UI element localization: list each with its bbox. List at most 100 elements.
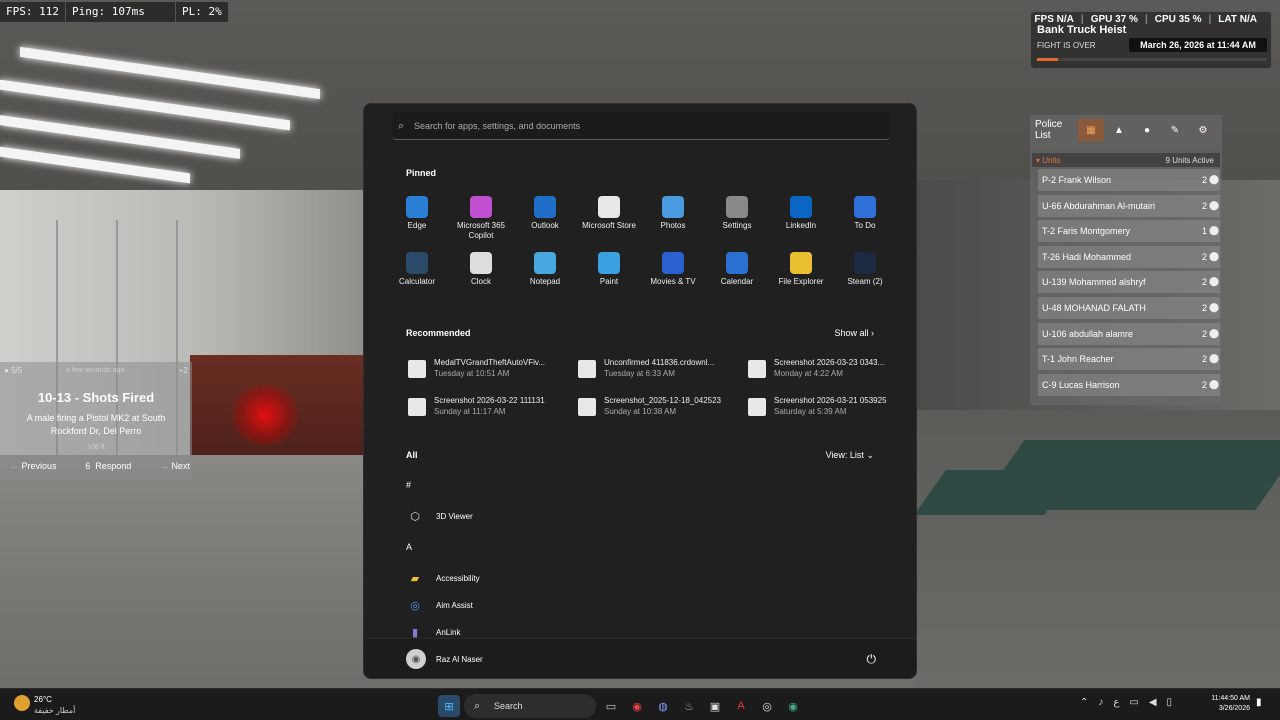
chevron-up-icon[interactable]: ⌃ (1080, 697, 1088, 708)
recommended-time: Sunday at 10:38 AM (604, 407, 677, 416)
app-name: AnLink (436, 628, 461, 637)
units-tab-icon[interactable]: ▦ (1078, 119, 1104, 141)
notification-bell-icon[interactable]: ▮ (1256, 697, 1262, 708)
clock-date: 3/26/2026 (1218, 705, 1250, 712)
location-pin-icon[interactable]: ⬤ (1182, 328, 1246, 338)
app-name: 3D Viewer (436, 512, 473, 521)
police-list-panel: Police List ▦ ▲ ● ✎ ⚙ ▾ Units 9 Units Ac… (1030, 115, 1222, 405)
settings-icon[interactable]: ⚙ (1190, 119, 1216, 141)
chrome-alt-icon[interactable]: ◉ (782, 695, 804, 717)
recommended-item[interactable]: Screenshot 2026-03-22 111131 Sunday at 11… (408, 396, 578, 426)
recommended-time: Monday at 4:22 AM (774, 369, 843, 378)
location-pin-icon[interactable]: ⬤ (1182, 276, 1246, 286)
cpu-value: 35 % (1178, 14, 1202, 25)
alert-index-text: 5/5 (11, 366, 23, 375)
location-pin-icon[interactable]: ⬤ (1182, 225, 1246, 235)
language-icon[interactable]: ع (1113, 697, 1119, 708)
police-unit-row[interactable]: P-2 Frank Wilson ⬤ 2 (1038, 169, 1220, 191)
edit-icon[interactable]: ✎ (1162, 119, 1188, 141)
police-unit-row[interactable]: U-66 Abdurahman Al-mutairi ⬤ 2 (1038, 194, 1220, 217)
units-header: ▾ Units 9 Units Active (1032, 153, 1220, 167)
microphone-icon[interactable]: ♪ (1098, 697, 1103, 708)
pinned-app[interactable]: Notepad (513, 252, 577, 287)
previous-button[interactable]: ← Previous (10, 461, 57, 471)
pinned-app[interactable]: Outlook (513, 196, 577, 231)
location-pin-icon[interactable]: ⬤ (1182, 379, 1246, 389)
folder-icon: ▰ (410, 572, 420, 585)
police-unit-row[interactable]: U-139 Mohammed alshryf ⬤ 2 (1038, 271, 1220, 294)
recommended-item[interactable]: MedalTVGrandTheftAutoVFiv... Tuesday at 1… (408, 358, 578, 388)
police-title-line1: Police (1035, 119, 1063, 130)
location-pin-icon[interactable]: ⬤ (1182, 174, 1246, 184)
pinned-app-label: Calendar (720, 277, 754, 286)
location-pin-icon[interactable]: ⬤ (1182, 200, 1246, 210)
recommended-item[interactable]: Unconfirmed 411836.crdownl... Tuesday at … (578, 358, 748, 388)
start-search-input[interactable]: ⌕ Search for apps, settings, and documen… (392, 112, 890, 140)
view-list-button[interactable]: View: List ⌄ (826, 450, 874, 461)
system-clock[interactable]: 11:44:50 AM 3/26/2026 (1196, 694, 1250, 714)
recommended-name: Unconfirmed 411836.crdownl... (604, 358, 715, 367)
pinned-app[interactable]: Steam (2) (833, 252, 897, 287)
edge-icon (406, 196, 428, 218)
pinned-app[interactable]: Microsoft Store (577, 196, 641, 231)
pinned-app[interactable]: File Explorer (769, 252, 833, 287)
red-light (230, 385, 300, 445)
all-heading: All (406, 450, 418, 460)
recommended-item[interactable]: Screenshot 2026-03-21 053925 Saturday at … (748, 396, 916, 426)
network-icon[interactable]: ▭ (1129, 697, 1138, 708)
pinned-app-label: Outlook (531, 221, 559, 230)
letter-header-a[interactable]: A (406, 542, 412, 552)
police-unit-row[interactable]: T-1 John Reacher ⬤ 2 (1038, 348, 1220, 371)
steam-icon[interactable]: ♨ (678, 695, 700, 717)
chat-icon[interactable]: ● (1134, 119, 1160, 141)
app-list-item[interactable]: ◎ Aim Assist (406, 597, 606, 617)
task-view-icon[interactable]: ▭ (600, 695, 622, 717)
show-all-button[interactable]: Show all › (834, 328, 874, 338)
store-icon[interactable]: ▣ (704, 695, 726, 717)
volume-icon[interactable]: ◀ (1149, 697, 1157, 708)
pinned-app[interactable]: To Do (833, 196, 897, 231)
respond-label: Respond (95, 461, 132, 471)
respond-button[interactable]: 6 Respond (85, 461, 131, 471)
pinned-app[interactable]: Settings (705, 196, 769, 231)
pinned-app[interactable]: Calendar (705, 252, 769, 287)
pinned-app[interactable]: Movies & TV (641, 252, 705, 287)
power-button[interactable]: ⏻ (867, 652, 877, 667)
github-icon[interactable]: ◎ (756, 695, 778, 717)
location-pin-icon[interactable]: ⬤ (1182, 302, 1246, 312)
app-list-item[interactable]: ▰ Accessibility (406, 570, 606, 590)
location-pin-icon[interactable]: ⬤ (1182, 353, 1246, 363)
pinned-app[interactable]: Microsoft 365 Copilot (449, 196, 513, 241)
chrome-icon[interactable]: ◉ (626, 695, 648, 717)
pinned-app[interactable]: Calculator (385, 252, 449, 287)
recommended-item[interactable]: Screenshot_2025-12-18_042523 Sunday at 10… (578, 396, 748, 426)
location-pin-icon[interactable]: ⬤ (1182, 251, 1246, 261)
acrobat-icon[interactable]: A (730, 695, 752, 717)
letter-header-hash[interactable]: # (406, 480, 411, 490)
battery-icon[interactable]: ▯ (1167, 697, 1173, 708)
pinned-app[interactable]: LinkedIn (769, 196, 833, 231)
police-unit-row[interactable]: U-106 abdullah alamre ⬤ 2 (1038, 322, 1220, 345)
pinned-app[interactable]: Clock (449, 252, 513, 287)
discord-icon[interactable]: ◍ (652, 695, 674, 717)
start-menu: ⌕ Search for apps, settings, and documen… (363, 103, 917, 679)
windows-start-icon[interactable]: ⊞ (438, 695, 460, 717)
app-list-item[interactable]: ⬡ 3D Viewer (406, 508, 606, 528)
next-button[interactable]: → Next (160, 461, 190, 471)
police-unit-row[interactable]: T-26 Hadi Mohammed ⬤ 2 (1038, 245, 1220, 268)
pinned-app[interactable]: Edge (385, 196, 449, 231)
ping-readout: Ping: 107ms (66, 2, 176, 22)
police-unit-row[interactable]: T-2 Faris Montgomery ⬤ 1 (1038, 220, 1220, 243)
respond-key: 6 (85, 461, 91, 471)
pinned-app[interactable]: Paint (577, 252, 641, 287)
police-unit-row[interactable]: U-48 MOHANAD FALATH ⬤ 2 (1038, 297, 1220, 319)
unit-name: U-66 Abdurahman Al-mutairi (1042, 200, 1156, 211)
unit-name: U-48 MOHANAD FALATH (1042, 303, 1146, 313)
police-unit-row[interactable]: C-9 Lucas Harrison ⬤ 2 (1038, 373, 1220, 396)
car-icon[interactable]: ▲ (1106, 119, 1132, 141)
taskbar-search[interactable]: ⌕ Search (464, 694, 596, 718)
recommended-item[interactable]: Screenshot 2026-03-23 0343... Monday at 4… (748, 358, 916, 388)
user-name: Raz Al Naser (436, 655, 483, 664)
pinned-app[interactable]: Photos (641, 196, 705, 231)
recommended-name: Screenshot 2026-03-21 053925 (774, 396, 887, 405)
